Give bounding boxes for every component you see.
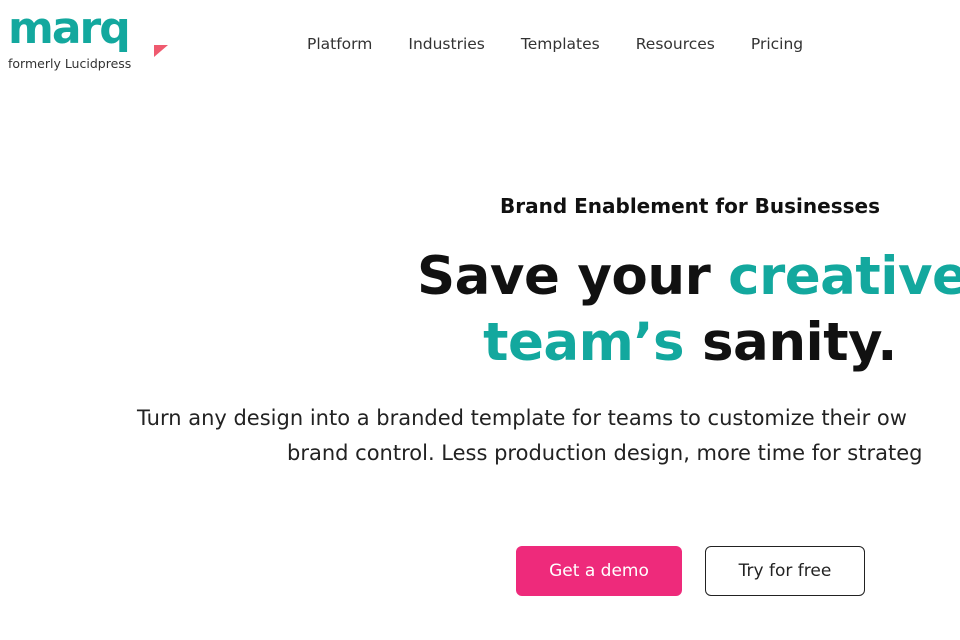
nav-pricing[interactable]: Pricing: [751, 35, 803, 53]
nav-industries[interactable]: Industries: [408, 35, 485, 53]
logo-accent-icon: [154, 45, 168, 57]
headline-dark: Save your: [417, 246, 729, 307]
hero-headline-line1: Save your creative: [417, 246, 960, 307]
hero-description-line1: Turn any design into a branded template …: [137, 406, 907, 430]
nav-platform[interactable]: Platform: [307, 35, 372, 53]
headline-teal: team’s: [483, 312, 685, 373]
logo-wordmark: marq: [8, 3, 131, 54]
logo-subtitle: formerly Lucidpress: [8, 56, 132, 71]
hero-eyebrow: Brand Enablement for Businesses: [499, 194, 880, 218]
get-demo-button[interactable]: Get a demo: [516, 546, 682, 596]
headline-teal: creative: [728, 246, 960, 307]
try-free-button[interactable]: Try for free: [705, 546, 865, 596]
marq-logo[interactable]: marq formerly Lucidpress: [8, 3, 168, 71]
nav-resources[interactable]: Resources: [636, 35, 715, 53]
main-nav: Platform Industries Templates Resources …: [307, 35, 803, 53]
headline-dark: sanity.: [684, 312, 897, 373]
hero-headline-line2: team’s sanity.: [0, 312, 960, 373]
hero-description-line2: brand control. Less production design, m…: [287, 441, 923, 465]
nav-templates[interactable]: Templates: [521, 35, 600, 53]
